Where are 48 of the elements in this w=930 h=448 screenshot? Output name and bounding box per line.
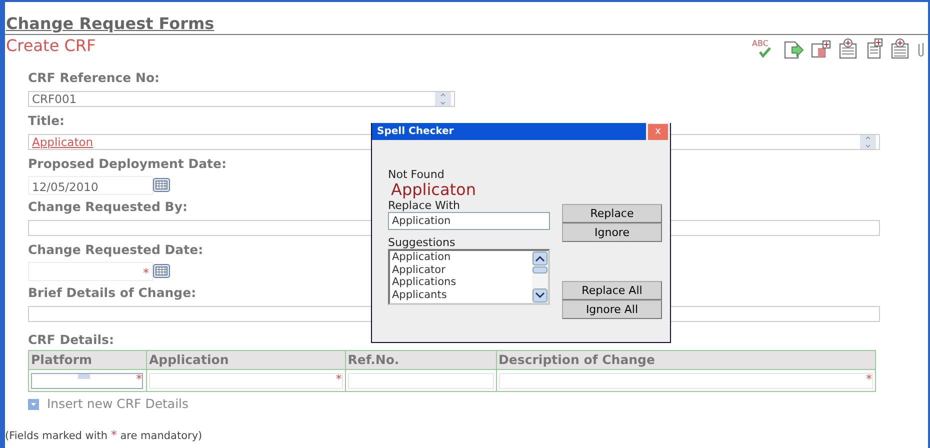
field-label: Proposed Deployment Date: bbox=[28, 155, 226, 173]
dialog-label: Suggestions bbox=[388, 236, 456, 249]
scrollbar[interactable] bbox=[532, 251, 548, 303]
section-label: CRF Details: bbox=[28, 331, 114, 349]
replace-field[interactable]: Application bbox=[388, 212, 550, 230]
input-field[interactable]: CRF001 bbox=[28, 91, 455, 107]
calendar-icon[interactable] bbox=[153, 264, 170, 278]
field-label: Change Requested By: bbox=[28, 198, 188, 216]
input-field[interactable]: * bbox=[498, 372, 873, 388]
insert-link[interactable]: Insert new CRF Details bbox=[47, 395, 189, 414]
date-field[interactable]: 12/05/2010 bbox=[28, 176, 153, 194]
dialog-label: Not Found bbox=[388, 168, 446, 181]
field-label: Brief Details of Change: bbox=[28, 284, 196, 302]
date-field[interactable]: * bbox=[28, 262, 153, 280]
dropdown-field[interactable]: * bbox=[31, 372, 143, 388]
input-field[interactable] bbox=[348, 372, 494, 388]
required-mark: * bbox=[866, 370, 872, 388]
dialog-button[interactable]: Replace All bbox=[562, 281, 662, 300]
list-item[interactable]: Applicants bbox=[392, 289, 532, 302]
mandatory-note: (Fields marked with * are mandatory) bbox=[5, 426, 204, 444]
page-arrow-icon[interactable] bbox=[782, 39, 804, 59]
required-mark: * bbox=[143, 266, 149, 280]
dialog-button[interactable]: Ignore All bbox=[562, 300, 662, 319]
field-label: Title: bbox=[28, 112, 65, 130]
column-header: Platform bbox=[28, 350, 146, 370]
calendar-icon[interactable] bbox=[153, 178, 170, 192]
page-add-icon[interactable] bbox=[866, 38, 884, 60]
dialog-title: Spell Checker bbox=[372, 123, 646, 140]
field-label: Change Requested Date: bbox=[28, 241, 204, 259]
page-title: Change Request Forms bbox=[6, 14, 214, 33]
column-header: Application bbox=[146, 350, 346, 370]
list-item[interactable]: Application bbox=[392, 251, 532, 264]
dialog-button[interactable]: Ignore bbox=[562, 223, 662, 242]
dialog-button[interactable]: Replace bbox=[562, 204, 662, 223]
required-mark: * bbox=[336, 370, 342, 388]
window-add-icon[interactable] bbox=[810, 39, 832, 59]
column-header: Ref.No. bbox=[345, 350, 496, 370]
input-field[interactable]: * bbox=[148, 372, 343, 388]
suggestion-list[interactable]: Application Applicator Applications Applicants bbox=[388, 249, 550, 305]
form-title: Create CRF bbox=[5, 35, 96, 57]
list-item[interactable]: Applicator bbox=[392, 264, 532, 276]
misspelled-word: Applicaton bbox=[390, 181, 477, 199]
column-header: Description of Change bbox=[496, 350, 876, 370]
list-item[interactable]: Applications bbox=[392, 276, 532, 290]
required-mark: * bbox=[136, 370, 142, 388]
dialog-label: Replace With bbox=[388, 199, 461, 212]
field-label: CRF Reference No: bbox=[28, 69, 160, 87]
expand-icon[interactable] bbox=[28, 398, 39, 410]
